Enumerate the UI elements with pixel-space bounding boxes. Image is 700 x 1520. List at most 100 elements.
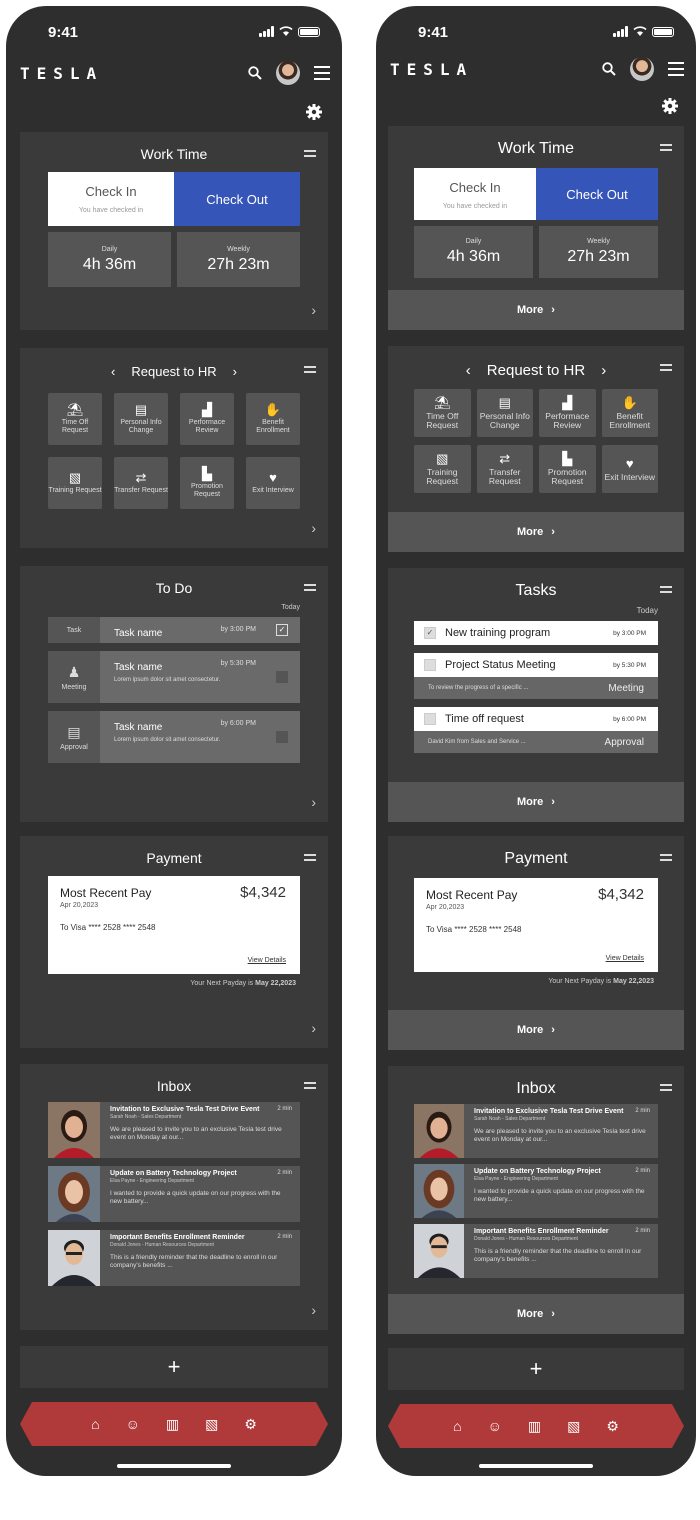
table-row[interactable]: Important Benefits Enrollment Reminder 2 … [414, 1224, 658, 1278]
swap-arrows-icon: ⇄ [135, 470, 147, 485]
check-out-button[interactable]: Check Out [174, 172, 300, 226]
chevron-right-icon[interactable]: › [311, 1020, 316, 1036]
settings-gear-icon[interactable] [662, 98, 678, 114]
check-in-button[interactable]: Check In You have checked in [414, 168, 536, 220]
check-in-status: You have checked in [78, 207, 144, 214]
team-icon[interactable]: ☺ [488, 1418, 502, 1434]
drag-handle-icon[interactable] [304, 150, 316, 160]
hr-item-benefit[interactable]: ✋ Benefit Enrollment [246, 393, 300, 445]
check-in-button[interactable]: Check In You have checked in [48, 172, 174, 226]
list-item[interactable]: Project Status Meeting by 5:30 PM [414, 653, 658, 677]
team-icon[interactable]: ☺ [126, 1416, 140, 1432]
hr-item-transfer[interactable]: ⇄ Transfer Request [114, 457, 168, 509]
chevron-right-icon[interactable]: › [311, 520, 316, 536]
checkbox[interactable] [276, 671, 288, 683]
chevron-right-icon: › [551, 1024, 555, 1036]
list-item[interactable]: Task Task name by 3:00 PM ✓ [48, 617, 300, 643]
menu-icon[interactable] [314, 66, 330, 80]
chevron-left-icon[interactable]: ‹ [111, 364, 115, 379]
list-item[interactable]: ♟ Meeting Task name by 5:30 PM Lorem ipsum … [48, 651, 300, 703]
mail-subject: Important Benefits Enrollment Reminder [110, 1234, 245, 1241]
drag-handle-icon[interactable] [660, 144, 672, 154]
hr-item-personal-info[interactable]: ▤ Personal Info Change [114, 393, 168, 445]
chevron-right-icon[interactable]: › [601, 362, 606, 379]
menu-icon[interactable] [668, 62, 684, 76]
hr-item-training[interactable]: ▧ Training Request [48, 457, 102, 509]
payment-card: Payment Most Recent Pay $4,342 Apr 20,20… [388, 836, 684, 1050]
avatar[interactable] [276, 61, 300, 85]
chevron-right-icon[interactable]: › [233, 364, 237, 379]
hr-item-transfer[interactable]: ⇄ Transfer Request [476, 445, 533, 493]
check-out-button[interactable]: Check Out [536, 168, 658, 220]
gear-icon[interactable]: ⚙ [244, 1416, 257, 1433]
file-settings-icon[interactable]: ▧ [205, 1416, 218, 1433]
hr-item-benefit[interactable]: ✋ Benefit Enrollment [601, 389, 658, 437]
add-widget-button[interactable]: + [20, 1346, 328, 1388]
more-button[interactable]: More › [388, 290, 684, 330]
more-button[interactable]: More › [388, 782, 684, 822]
more-button[interactable]: More › [388, 512, 684, 552]
table-row[interactable]: Invitation to Exclusive Tesla Test Drive… [414, 1104, 658, 1158]
drag-handle-icon[interactable] [660, 364, 672, 374]
checkbox[interactable] [276, 731, 288, 743]
document-icon[interactable]: ▥ [166, 1416, 179, 1433]
home-icon[interactable]: ⌂ [453, 1418, 461, 1434]
hr-item-promotion[interactable]: ▙ Promotion Request [539, 445, 596, 493]
drag-handle-icon[interactable] [660, 1084, 672, 1094]
mail-subject: Important Benefits Enrollment Reminder [474, 1228, 609, 1235]
hr-item-performance[interactable]: ▟ Performace Review [539, 389, 596, 437]
payment-card: Payment Most Recent Pay $4,342 Apr 20,20… [20, 836, 328, 1048]
hr-item-exit[interactable]: ♥ Exit Interview [601, 445, 658, 493]
drag-handle-icon[interactable] [304, 584, 316, 594]
next-payday-date: May 22,2023 [255, 980, 296, 987]
checkbox[interactable] [424, 659, 436, 671]
hr-item-performance[interactable]: ▟ Performace Review [180, 393, 234, 445]
drag-handle-icon[interactable] [660, 586, 672, 596]
chevron-right-icon[interactable]: › [311, 302, 316, 318]
chevron-left-icon[interactable]: ‹ [466, 362, 471, 379]
settings-gear-icon[interactable] [306, 104, 322, 120]
inbox-card: Inbox Invitation to Exclusive Tesla Test… [388, 1066, 684, 1334]
checkbox[interactable]: ✓ [276, 624, 288, 636]
hr-item-promotion[interactable]: ▙ Promotion Request [180, 457, 234, 509]
document-icon[interactable]: ▥ [528, 1418, 541, 1435]
table-row[interactable]: Important Benefits Enrollment Reminder 2 … [48, 1230, 300, 1286]
home-icon[interactable]: ⌂ [91, 1416, 99, 1432]
hr-item-time-off[interactable]: ⛱ Time Off Request [48, 393, 102, 445]
hr-item-training[interactable]: ▧ Training Request [414, 445, 471, 493]
drag-handle-icon[interactable] [304, 366, 316, 376]
hr-item-label: Promotion Request [547, 467, 587, 486]
add-widget-button[interactable]: + [388, 1348, 684, 1390]
hr-item-exit[interactable]: ♥ Exit Interview [246, 457, 300, 509]
file-settings-icon[interactable]: ▧ [567, 1418, 580, 1435]
checkbox[interactable]: ✓ [424, 627, 436, 639]
view-details-link[interactable]: View Details [606, 955, 644, 962]
avatar[interactable] [630, 57, 654, 81]
id-card-icon: ▤ [134, 402, 148, 417]
checkbox[interactable] [424, 713, 436, 725]
chevron-right-icon: › [551, 526, 555, 538]
search-icon[interactable] [602, 62, 616, 76]
table-row[interactable]: Invitation to Exclusive Tesla Test Drive… [48, 1102, 300, 1158]
view-details-link[interactable]: View Details [248, 957, 286, 964]
table-row[interactable]: Update on Battery Technology Project 2 mi… [414, 1164, 658, 1218]
list-item[interactable]: Time off request by 6:00 PM [414, 707, 658, 731]
list-item[interactable]: ✓ New training program by 3:00 PM [414, 621, 658, 645]
drag-handle-icon[interactable] [304, 854, 316, 864]
tesla-logo: TESLA [20, 63, 104, 83]
todo-time: by 5:30 PM [220, 660, 256, 667]
list-item[interactable]: ▤ Approval Task name by 6:00 PM Lorem ipsum… [48, 711, 300, 763]
hr-item-time-off[interactable]: ⛱ Time Off Request [414, 389, 471, 437]
gear-icon[interactable]: ⚙ [606, 1418, 619, 1435]
sender-photo [414, 1164, 464, 1218]
chevron-right-icon[interactable]: › [311, 1302, 316, 1318]
table-row[interactable]: Update on Battery Technology Project 2 mi… [48, 1166, 300, 1222]
drag-handle-icon[interactable] [304, 1082, 316, 1092]
more-button[interactable]: More › [388, 1294, 684, 1334]
more-button[interactable]: More › [388, 1010, 684, 1050]
work-time-title: Work Time [140, 146, 208, 162]
hr-item-personal-info[interactable]: ▤ Personal Info Change [476, 389, 533, 437]
drag-handle-icon[interactable] [660, 854, 672, 864]
search-icon[interactable] [248, 66, 262, 80]
chevron-right-icon[interactable]: › [311, 794, 316, 810]
